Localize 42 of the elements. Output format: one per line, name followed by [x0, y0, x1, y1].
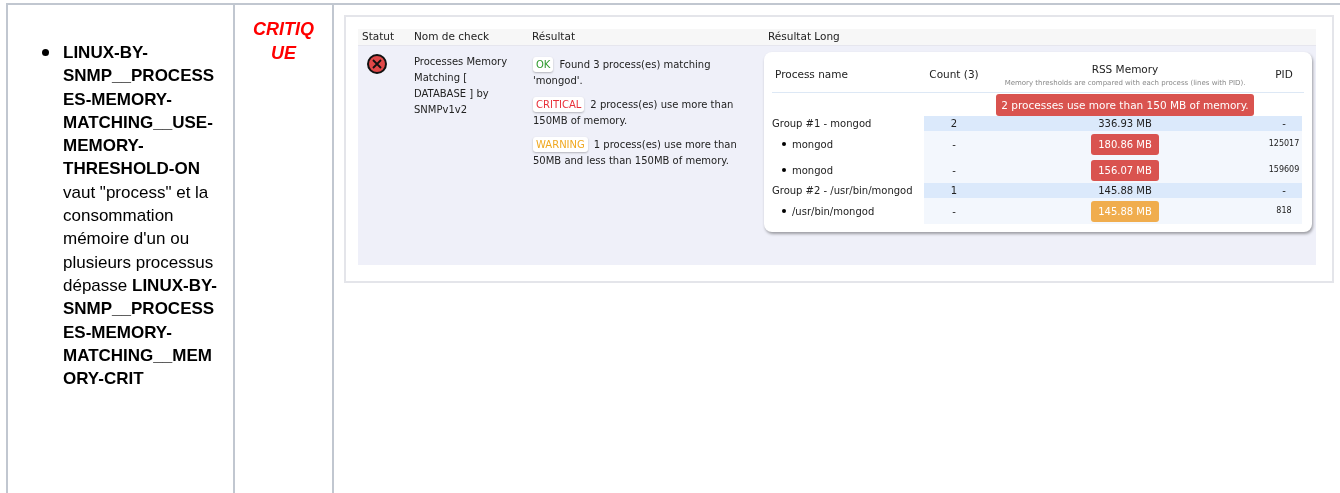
column-header: Statut — [361, 29, 396, 45]
bullet-icon — [782, 209, 786, 214]
status-badge: OK — [533, 57, 554, 72]
count-cell-text: - — [952, 137, 956, 152]
column-header: Résultat Long — [767, 29, 841, 45]
memory-value: 145.88 MB — [1098, 184, 1152, 199]
column-header: PID — [1274, 67, 1294, 83]
result-line: WARNING 1 process(es) use more than 50MB and less than 150MB of memory. — [533, 137, 738, 168]
status-badge: CRITICAL — [533, 97, 585, 112]
bullet-icon — [782, 142, 786, 147]
column-header: RSS Memory — [1091, 62, 1159, 77]
status-badge: WARNING — [533, 137, 588, 152]
count-cell-text: 2 — [950, 117, 958, 132]
bullet-icon — [42, 49, 49, 56]
memory-value: 180.86 MB — [1091, 133, 1159, 155]
pid-cell: 159609 — [1268, 164, 1300, 177]
description-text: LINUX-BY-SNMP__PROCESSES-MEMORY-MATCHING__USE-MEMORY-THRESHOLD-ON vaut "process" et la consommation mémoire d'un ou plusieurs processus dépasse LINUX-BY-SNMP__PROCESSES-MEMORY-MATCHING__MEMORY-CRIT — [63, 42, 218, 391]
process-name: mongod — [792, 163, 833, 178]
memory-value: 145.88 MB — [1091, 200, 1159, 222]
pid-cell: 818 — [1276, 205, 1292, 218]
column-header: Nom de check — [413, 29, 491, 45]
check-name: Processes Memory Matching [ DATABASE ] by SNMPv1v2 — [413, 55, 509, 117]
memory-value: 156.07 MB — [1091, 159, 1159, 181]
count-cell-text: - — [952, 163, 956, 178]
result-line: CRITICAL 2 process(es) use more than 150MB of memory. — [533, 97, 735, 128]
severity-label: CRITIQUE — [252, 18, 315, 65]
pid-cell: 125017 — [1268, 138, 1300, 151]
process-name: /usr/bin/mongod — [792, 204, 875, 219]
count-cell-text: 1 — [950, 184, 958, 199]
column-header: Résultat — [531, 29, 576, 45]
alert-badge: 2 processes use more than 150 MB of memory. — [996, 94, 1254, 117]
memory-value: 336.93 MB — [1098, 117, 1152, 132]
column-header: Count (3) — [928, 67, 980, 83]
bullet-icon — [782, 168, 786, 173]
result-line: OK Found 3 process(es) matching 'mongod'. — [533, 57, 712, 88]
pid-cell-text: - — [1282, 184, 1286, 199]
process-name: Group #1 - mongod — [772, 117, 872, 132]
column-header: Process name — [774, 67, 849, 83]
process-name: mongod — [792, 137, 833, 152]
count-cell-text: - — [952, 204, 956, 219]
process-name: Group #2 - /usr/bin/mongod — [772, 184, 913, 199]
pid-cell-text: - — [1282, 117, 1286, 132]
